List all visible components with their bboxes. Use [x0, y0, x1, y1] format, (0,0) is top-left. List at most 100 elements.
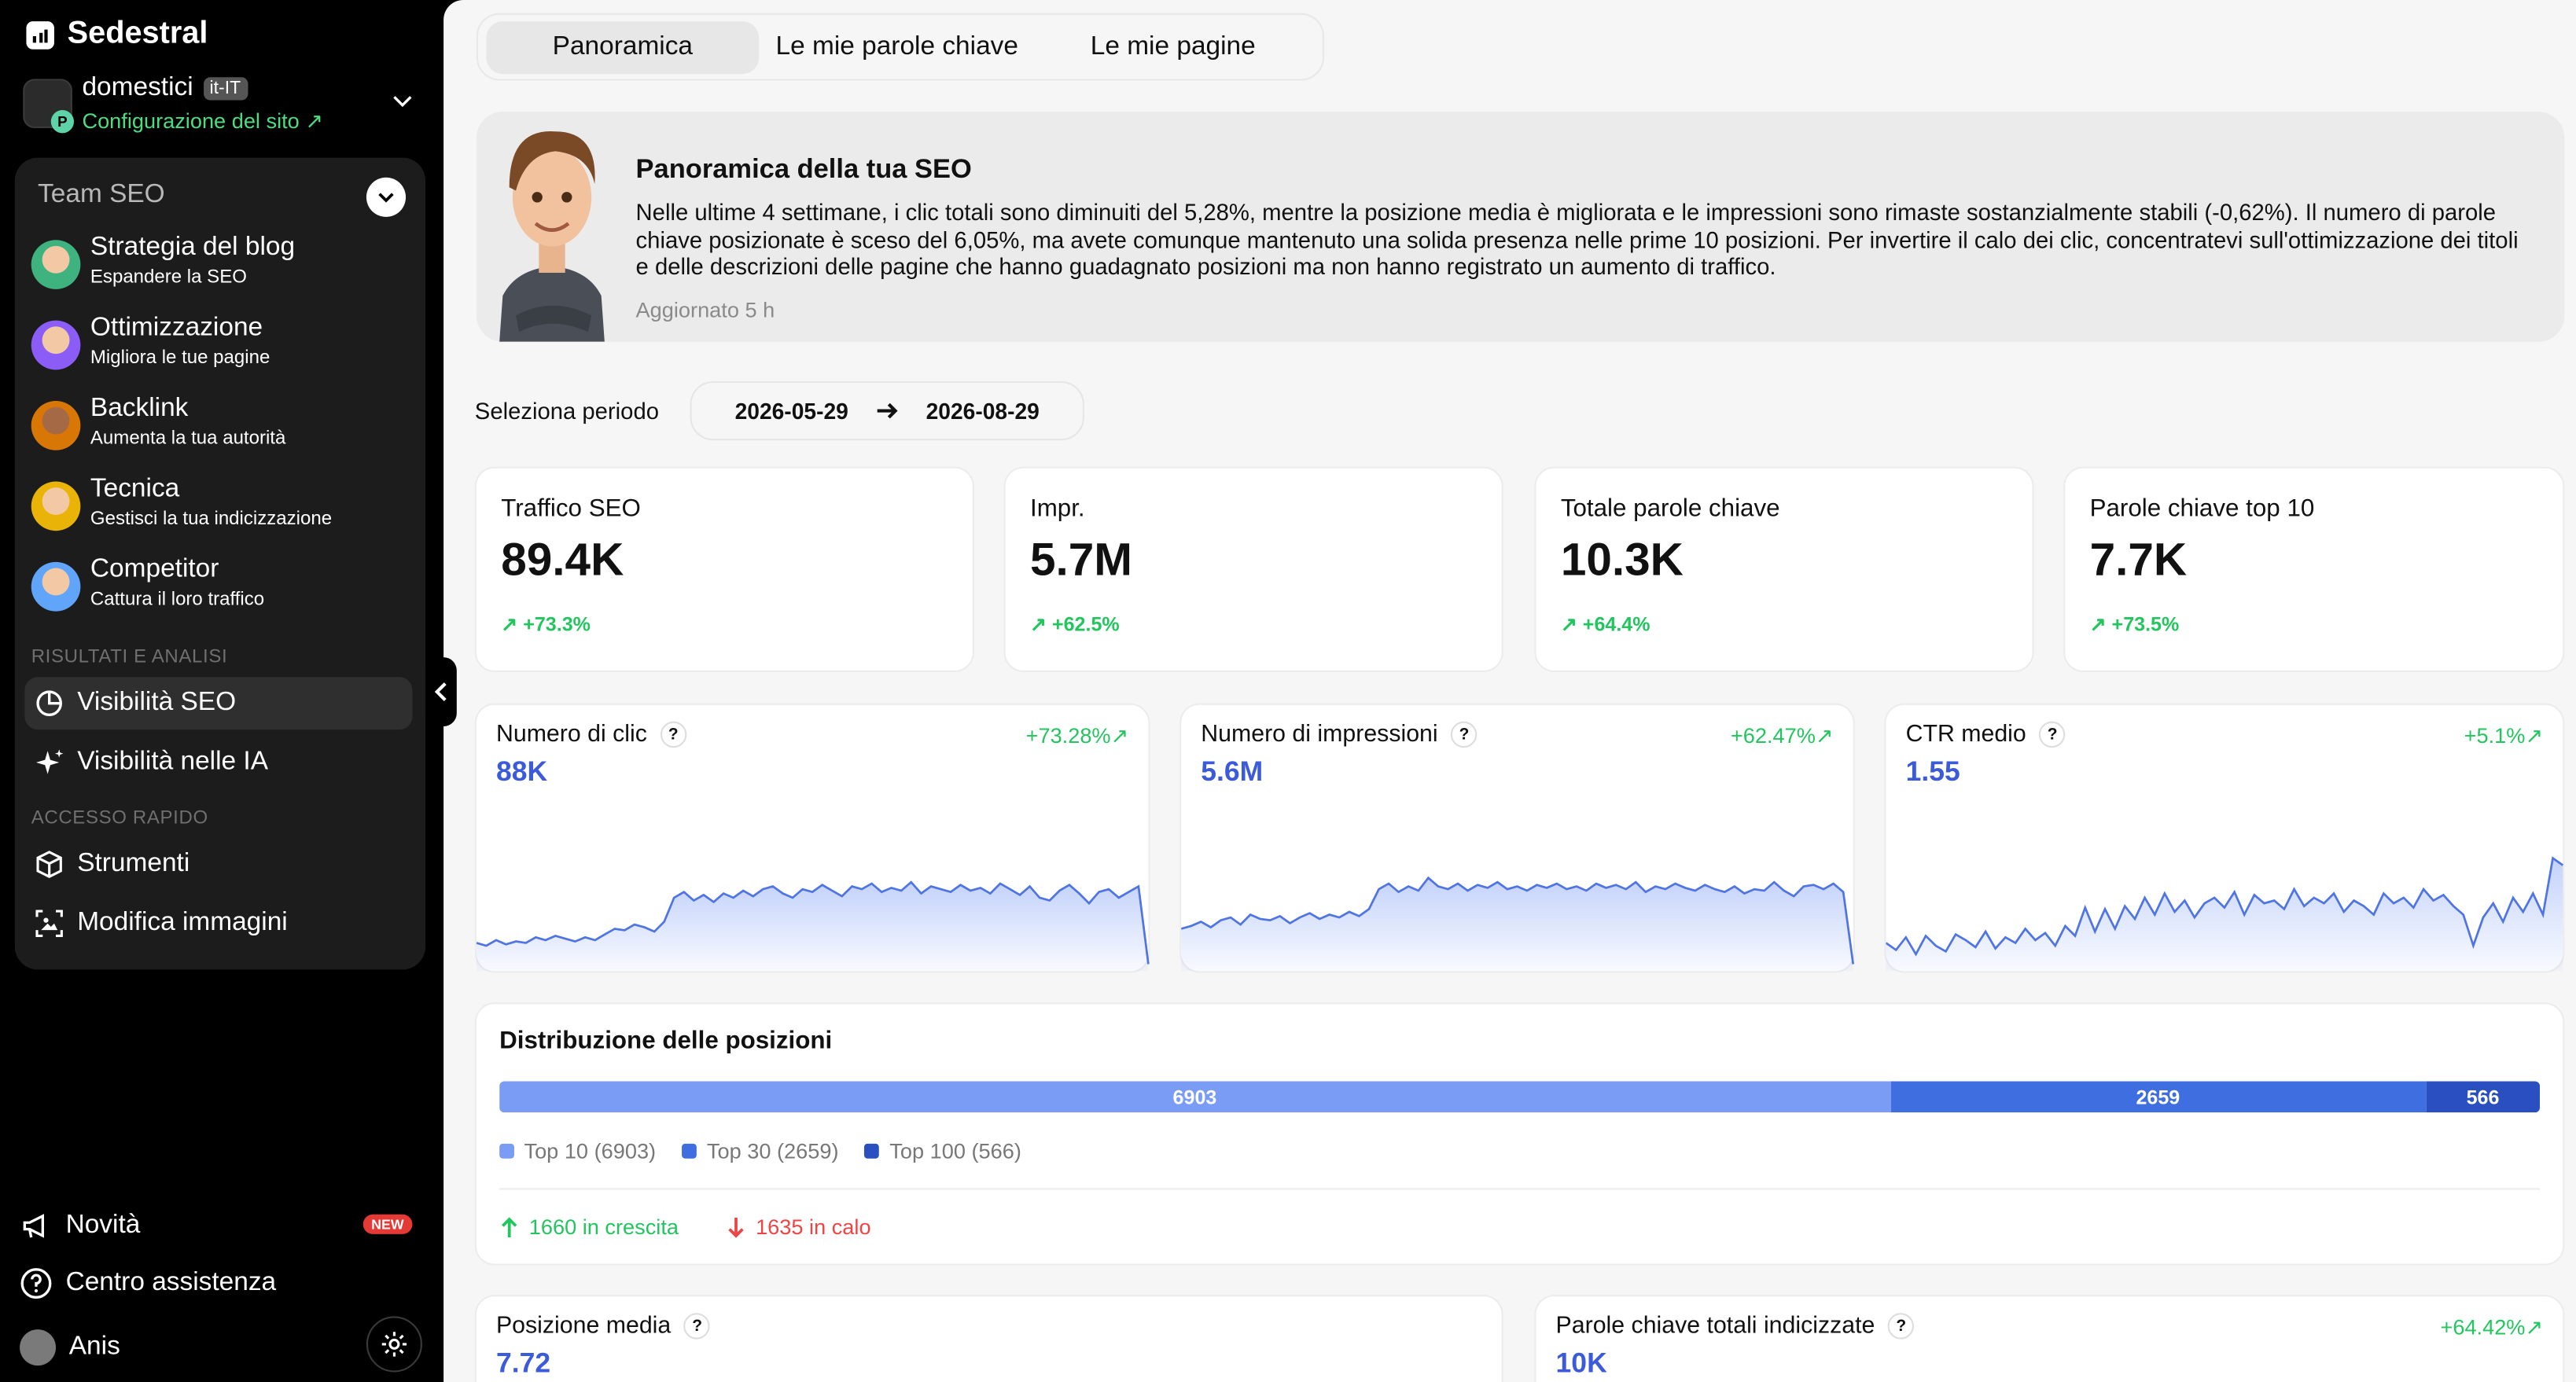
- help-icon[interactable]: ?: [683, 1313, 711, 1340]
- metric-value: 7.72: [495, 1347, 551, 1379]
- kpi-label: Impr.: [1029, 494, 1085, 523]
- help-icon[interactable]: ?: [2039, 721, 2066, 748]
- metric-card-indexed-keywords: Parole chiave totali indicizzate? 10K +6…: [1534, 1295, 2565, 1382]
- arrow-right-icon: [877, 402, 898, 419]
- tab-bar: Panoramica Le mie parole chiave Le mie p…: [476, 13, 1324, 81]
- kpi-label: Traffico SEO: [501, 494, 641, 523]
- agent-subtitle: Aumenta la tua autorità: [90, 428, 286, 449]
- tab-keywords[interactable]: Le mie parole chiave: [760, 21, 1033, 74]
- nav-tools[interactable]: Strumenti: [24, 838, 412, 891]
- agent-blog-strategy[interactable]: Strategia del blog Espandere la SEO: [28, 230, 416, 303]
- position-distribution-card: Distribuzione delle posizioni 6903 2659 56…: [474, 1002, 2565, 1266]
- user-name: Anis: [68, 1332, 120, 1361]
- seo-summary-card: Panoramica della tua SEO Nelle ultime 4 …: [476, 112, 2565, 342]
- nav-label: Visibilità SEO: [77, 688, 237, 717]
- distribution-segment: 6903: [499, 1081, 1890, 1113]
- site-favicon: P: [23, 79, 75, 134]
- megaphone-icon: [23, 1214, 44, 1238]
- gear-icon: [381, 1332, 407, 1357]
- metric-card-avg-position: Posizione media? 7.72: [474, 1295, 1503, 1382]
- divider: [499, 1188, 2541, 1190]
- kpi-delta: ↗ +73.3%: [501, 612, 591, 636]
- kpi-card: Traffico SEO 89.4K ↗ +73.3%: [474, 466, 974, 672]
- news-link[interactable]: Novità: [20, 1210, 140, 1243]
- arrow-up-icon: [501, 1216, 517, 1237]
- kpi-value: 5.7M: [1029, 534, 1133, 586]
- agent-technical[interactable]: Tecnica Gestisci la tua indicizzazione: [28, 472, 416, 544]
- area-chart: [1181, 876, 1855, 972]
- legend-label: Top 100 (566): [889, 1138, 1021, 1163]
- brand[interactable]: Sedestral: [26, 17, 208, 53]
- site-config-link[interactable]: Configurazione del sito ↗: [82, 108, 323, 134]
- user-profile[interactable]: Anis: [20, 1329, 120, 1366]
- nav-label: Visibilità nelle IA: [77, 748, 269, 776]
- distribution-legend: Top 10 (6903) Top 30 (2659) Top 100 (566…: [499, 1139, 1021, 1163]
- tab-overview[interactable]: Panoramica: [486, 21, 760, 75]
- date-start: 2026-05-29: [734, 398, 848, 424]
- help-icon[interactable]: ?: [1888, 1313, 1915, 1340]
- distribution-segment: 566: [2425, 1081, 2541, 1113]
- metric-value: 10K: [1555, 1347, 1607, 1379]
- agent-competitor[interactable]: Competitor Cattura il loro traffico: [28, 552, 416, 624]
- pie-chart-icon: [36, 690, 62, 716]
- trend-up: 1660 in crescita: [499, 1215, 679, 1239]
- agent-avatar: [31, 240, 81, 289]
- chevron-down-icon: [378, 193, 394, 203]
- agent-subtitle: Gestisci la tua indicizzazione: [90, 509, 333, 530]
- date-range-picker[interactable]: 2026-05-29 2026-08-29: [690, 380, 1084, 441]
- legend-item-top100: Top 100 (566): [864, 1138, 1021, 1163]
- kpi-value: 7.7K: [2089, 534, 2188, 586]
- team-collapse-toggle[interactable]: [366, 177, 407, 217]
- metric-value: 5.6M: [1201, 755, 1264, 788]
- metric-delta: +64.42%↗: [2440, 1314, 2544, 1340]
- settings-button[interactable]: [366, 1316, 422, 1373]
- site-locale-badge: it-IT: [203, 77, 248, 101]
- agent-optimization[interactable]: Ottimizzazione Migliora le tue pagine: [28, 311, 416, 383]
- help-label: Centro assistenza: [65, 1268, 277, 1297]
- team-title: Team SEO: [38, 180, 165, 209]
- agent-name: Ottimizzazione: [90, 314, 263, 342]
- metric-card-ctr: CTR medio? 1.55 +5.1%↗: [1884, 703, 2565, 973]
- trend-down-label: 1635 in calo: [756, 1214, 871, 1240]
- help-icon[interactable]: ?: [1451, 721, 1478, 748]
- agent-backlink[interactable]: Backlink Aumenta la tua autorità: [28, 391, 416, 464]
- kpi-label: Totale parole chiave: [1560, 494, 1780, 523]
- help-circle-icon: [20, 1268, 52, 1299]
- agent-name: Tecnica: [90, 475, 180, 503]
- legend-label: Top 10 (6903): [524, 1138, 657, 1163]
- agent-avatar: [31, 401, 81, 450]
- arrow-down-icon: [728, 1216, 744, 1237]
- legend-item-top30: Top 30 (2659): [682, 1139, 839, 1163]
- nav-seo-visibility[interactable]: Visibilità SEO: [24, 677, 413, 730]
- help-center-link[interactable]: Centro assistenza: [20, 1267, 276, 1300]
- tab-pages[interactable]: Le mie pagine: [1053, 21, 1293, 74]
- metric-label: Parole chiave totali indicizzate: [1555, 1313, 1875, 1340]
- user-avatar: [20, 1329, 57, 1366]
- nav-image-edit[interactable]: Modifica immagini: [24, 897, 412, 950]
- date-end: 2026-08-29: [926, 398, 1040, 424]
- kpi-card: Parole chiave top 10 7.7K ↗ +73.5%: [2063, 466, 2565, 672]
- kpi-delta: ↗ +73.5%: [2089, 612, 2180, 636]
- summary-text: Nelle ultime 4 settimane, i clic totali …: [635, 198, 2519, 280]
- sedestral-logo-icon: [26, 20, 54, 49]
- metric-delta: +73.28%↗: [1025, 722, 1129, 748]
- section-label-quick: ACCESSO RAPIDO: [31, 808, 208, 829]
- chart-area-fill: [1886, 858, 2563, 972]
- agent-name: Backlink: [90, 394, 189, 423]
- nav-ai-visibility[interactable]: Visibilità nelle IA: [24, 736, 412, 788]
- agent-name: Strategia del blog: [90, 233, 296, 262]
- sidebar-collapse-button[interactable]: [425, 657, 457, 726]
- kpi-card: Totale parole chiave 10.3K ↗ +64.4%: [1534, 466, 2034, 672]
- chevron-down-icon[interactable]: [391, 89, 414, 112]
- agent-avatar: [31, 481, 81, 531]
- metric-value: 88K: [495, 755, 548, 788]
- site-selector[interactable]: P domestici it-IT Configurazione del sit…: [20, 72, 424, 138]
- chart-area-fill: [476, 882, 1149, 972]
- agent-subtitle: Espandere la SEO: [90, 267, 247, 288]
- distribution-bar: 6903 2659 566: [499, 1081, 2541, 1113]
- sparkle-icon: [35, 749, 64, 774]
- summary-updated: Aggiornato 5 h: [635, 297, 775, 322]
- site-badge: P: [50, 110, 75, 134]
- kpi-delta: ↗ +62.5%: [1029, 612, 1120, 636]
- help-icon[interactable]: ?: [660, 721, 687, 748]
